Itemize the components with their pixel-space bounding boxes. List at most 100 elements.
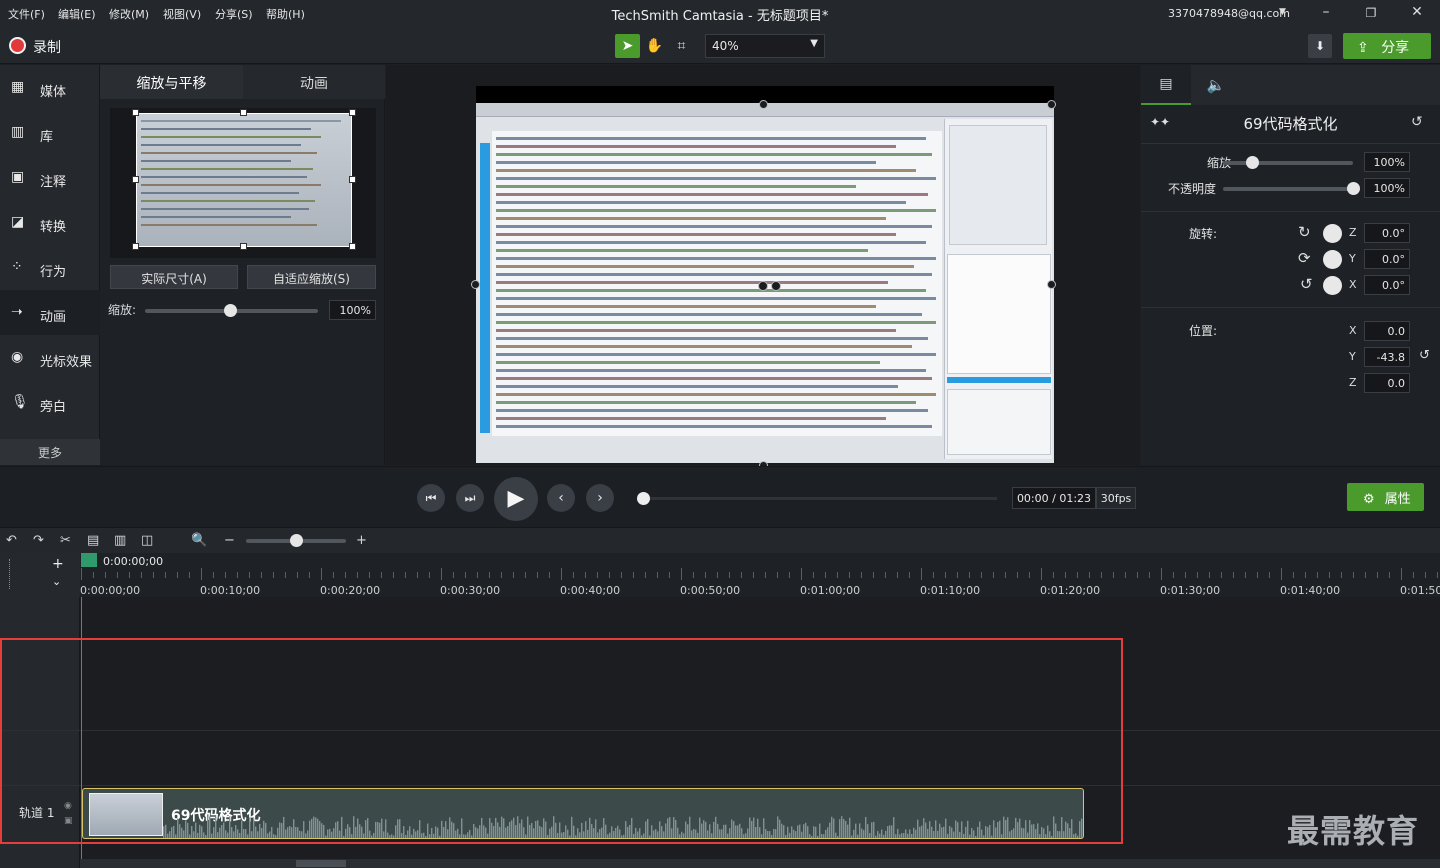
nav-media[interactable]: ▦ 媒体: [0, 65, 100, 110]
properties-button[interactable]: ⚙ 属性: [1347, 483, 1424, 511]
zoom-in-icon[interactable]: +: [356, 533, 367, 548]
video-properties-tab[interactable]: ▤: [1141, 65, 1191, 105]
audio-properties-tab[interactable]: 🔈: [1191, 65, 1241, 105]
undo-icon[interactable]: ↶: [6, 533, 17, 548]
copy-icon[interactable]: ▤: [87, 533, 99, 548]
ruler-tick: [225, 572, 226, 578]
reset-icon[interactable]: ↺: [1419, 348, 1430, 363]
scale-value-field[interactable]: 100%: [329, 300, 376, 320]
select-tool-icon[interactable]: ➤: [615, 34, 640, 58]
zoom-preview-thumbnail[interactable]: [136, 113, 352, 247]
paste-icon[interactable]: ▥: [114, 533, 126, 548]
menu-share[interactable]: 分享(S): [215, 6, 253, 22]
resize-handle[interactable]: [132, 109, 139, 116]
selection-handle[interactable]: [1047, 100, 1056, 109]
nav-more-button[interactable]: 更多: [0, 439, 100, 465]
cut-icon[interactable]: ✂: [60, 533, 71, 548]
scrollbar-thumb[interactable]: [296, 860, 346, 867]
rotation-y-field[interactable]: 0.0°: [1364, 249, 1410, 269]
ruler-tick: [741, 572, 742, 578]
rotation-x-dial[interactable]: [1323, 276, 1342, 295]
playhead-handle[interactable]: [81, 553, 97, 567]
timeline-scrollbar[interactable]: [80, 859, 1440, 868]
position-z-field[interactable]: 0.0: [1364, 373, 1410, 393]
center-handle[interactable]: [771, 281, 781, 291]
crop-tool-icon[interactable]: ⌗: [669, 34, 694, 58]
opacity-slider-knob[interactable]: [1347, 182, 1360, 195]
ruler-tick: [417, 572, 418, 578]
video-preview[interactable]: [476, 86, 1054, 463]
position-x-field[interactable]: 0.0: [1364, 321, 1410, 341]
timeline-zoom-knob[interactable]: [290, 534, 303, 547]
rotation-z-dial[interactable]: [1323, 224, 1342, 243]
pan-tool-icon[interactable]: ✋: [642, 34, 667, 58]
nav-library[interactable]: ▥ 库: [0, 110, 100, 155]
chevron-down-icon[interactable]: ▼: [1279, 7, 1286, 17]
resize-handle[interactable]: [132, 243, 139, 250]
nav-voice-narration[interactable]: 🎙 旁白: [0, 380, 100, 425]
split-icon[interactable]: ◫: [141, 533, 153, 548]
next-icon[interactable]: ›: [586, 484, 614, 512]
nav-animations[interactable]: ➝ 动画: [0, 290, 100, 335]
playback-scrubber[interactable]: [643, 497, 997, 500]
step-back-icon[interactable]: ⏮: [417, 484, 445, 512]
tab-zoom-pan[interactable]: 缩放与平移: [100, 65, 243, 99]
selection-handle[interactable]: [1047, 280, 1056, 289]
nav-transitions[interactable]: ◪ 转换: [0, 200, 100, 245]
scrubber-knob[interactable]: [637, 492, 650, 505]
scale-value-field[interactable]: 100%: [1364, 152, 1410, 172]
download-icon[interactable]: ⬇: [1308, 34, 1332, 58]
resize-handle[interactable]: [240, 109, 247, 116]
minimize-icon[interactable]: –: [1316, 4, 1336, 22]
menu-edit[interactable]: 编辑(E): [58, 6, 96, 22]
tab-animations[interactable]: 动画: [243, 65, 385, 99]
magnet-icon[interactable]: [9, 559, 15, 589]
selection-handle[interactable]: [471, 280, 480, 289]
menu-modify[interactable]: 修改(M): [109, 6, 149, 22]
timeline-ruler[interactable]: + ⌄ 0:00:00;00 0:00:00;00 0:00:10;00 0:00:…: [0, 553, 1440, 597]
reset-icon[interactable]: ↺: [1411, 114, 1423, 130]
center-handle[interactable]: [758, 281, 768, 291]
rotation-x-field[interactable]: 0.0°: [1364, 275, 1410, 295]
resize-handle[interactable]: [349, 176, 356, 183]
previous-icon[interactable]: ‹: [547, 484, 575, 512]
zoom-pan-panel: 缩放与平移 动画 实际尺寸(A) 自适应缩放(S) 缩放: 100%: [100, 65, 385, 465]
collapse-icon[interactable]: ⌄: [52, 575, 61, 588]
ruler-tick: [105, 572, 106, 578]
nav-behaviors[interactable]: ⁘ 行为: [0, 245, 100, 290]
fit-zoom-button[interactable]: 自适应缩放(S): [247, 265, 376, 289]
nav-annotations[interactable]: ▣ 注释: [0, 155, 100, 200]
menu-help[interactable]: 帮助(H): [266, 6, 305, 22]
restore-icon[interactable]: ❐: [1361, 6, 1381, 24]
menu-view[interactable]: 视图(V): [163, 6, 201, 22]
add-track-icon[interactable]: +: [52, 556, 64, 572]
share-button[interactable]: ⇪ 分享: [1343, 33, 1431, 59]
redo-icon[interactable]: ↷: [33, 533, 44, 548]
opacity-slider-track[interactable]: [1223, 187, 1353, 191]
ruler-tick: [369, 572, 370, 578]
play-icon[interactable]: ▶: [494, 477, 538, 521]
scale-slider-track[interactable]: [1223, 161, 1353, 165]
step-forward-icon[interactable]: ⏭: [456, 484, 484, 512]
scale-slider-knob[interactable]: [1245, 156, 1259, 169]
rotation-y-dial[interactable]: [1323, 250, 1342, 269]
menu-file[interactable]: 文件(F): [8, 6, 45, 22]
nav-cursor-effects[interactable]: ◉ 光标效果: [0, 335, 100, 380]
resize-handle[interactable]: [240, 243, 247, 250]
scale-slider-knob[interactable]: [223, 304, 237, 317]
selection-handle[interactable]: [759, 100, 768, 109]
ruler-tick: [609, 572, 610, 578]
zoom-out-icon[interactable]: −: [224, 533, 235, 548]
actual-size-button[interactable]: 实际尺寸(A): [110, 265, 238, 289]
opacity-value-field[interactable]: 100%: [1364, 178, 1410, 198]
ruler-tick-label: 0:00:00;00: [80, 584, 141, 597]
rotation-z-field[interactable]: 0.0°: [1364, 223, 1410, 243]
resize-handle[interactable]: [349, 243, 356, 250]
position-y-field[interactable]: -43.8: [1364, 347, 1410, 367]
search-icon[interactable]: 🔍: [191, 533, 207, 548]
close-icon[interactable]: ✕: [1407, 4, 1427, 22]
resize-handle[interactable]: [349, 109, 356, 116]
account-menu[interactable]: 3370478948@qq.com: [1168, 7, 1290, 20]
resize-handle[interactable]: [132, 176, 139, 183]
zoom-select[interactable]: 40% ▼: [705, 34, 825, 58]
